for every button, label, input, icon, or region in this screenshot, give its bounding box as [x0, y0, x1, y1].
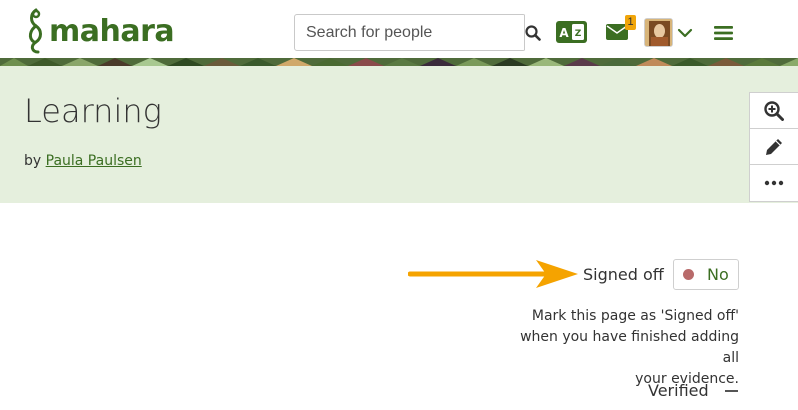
- language-icon[interactable]: A Z: [556, 21, 587, 43]
- svg-text:A: A: [559, 26, 569, 40]
- signed-off-label: Signed off: [583, 265, 664, 284]
- help-line: Mark this page as 'Signed off': [531, 308, 739, 324]
- logo-text: mahara: [49, 13, 175, 49]
- zoom-button[interactable]: [750, 93, 798, 129]
- page-title: Learning: [24, 92, 162, 130]
- page-toolbar: [749, 92, 798, 202]
- author-link[interactable]: Paula Paulsen: [46, 153, 142, 169]
- hamburger-icon[interactable]: [714, 24, 733, 42]
- help-line: when you have finished adding all: [520, 329, 739, 366]
- profile-picture-icon: [645, 19, 672, 46]
- verified-label: Verified: [648, 381, 709, 400]
- pointer-arrow-icon: [408, 260, 578, 288]
- people-search: [294, 14, 541, 51]
- signoff-value: No: [707, 265, 729, 284]
- page-header: Learning by Paula Paulsen: [0, 66, 798, 203]
- search-icon: [525, 24, 541, 41]
- zoom-in-icon: [764, 100, 784, 121]
- status-dot-icon: [683, 269, 694, 280]
- byline-prefix: by: [24, 153, 42, 169]
- edit-button[interactable]: [750, 129, 798, 165]
- mahara-logo-icon: [28, 8, 42, 54]
- pencil-icon: [766, 138, 782, 155]
- more-options-button[interactable]: [750, 165, 798, 201]
- mahara-logo[interactable]: mahara: [24, 8, 175, 54]
- search-button[interactable]: [524, 15, 541, 50]
- search-input[interactable]: [295, 15, 524, 50]
- decorative-banner: [0, 58, 798, 66]
- byline: by Paula Paulsen: [24, 153, 142, 169]
- svg-text:Z: Z: [575, 29, 582, 39]
- signoff-help-text: Mark this page as 'Signed off' when you …: [500, 306, 739, 390]
- chevron-down-icon[interactable]: [677, 26, 693, 40]
- avatar[interactable]: [644, 18, 673, 47]
- signoff-toggle-button[interactable]: No: [673, 259, 739, 290]
- more-icon: [764, 180, 784, 186]
- verified-status-dash: [725, 390, 738, 392]
- site-header: mahara A Z 1: [0, 0, 798, 66]
- unread-badge: 1: [625, 15, 636, 30]
